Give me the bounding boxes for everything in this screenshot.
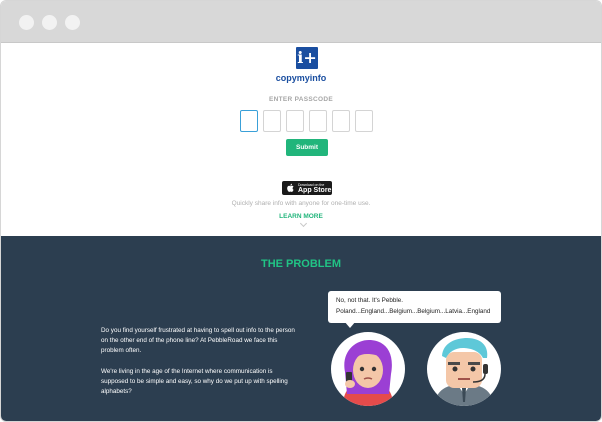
problem-section: THE PROBLEM Do you find yourself frustra… [1, 236, 601, 421]
window-minimize-dot[interactable] [42, 15, 57, 30]
man-operator-illustration [427, 332, 501, 406]
bubble-line-1: No, not that. It's Pebble. [336, 297, 404, 304]
chevron-down-icon[interactable] [299, 219, 308, 228]
problem-paragraph-2: We're living in the age of the Internet … [101, 368, 288, 395]
tagline: Quickly share info with anyone for one-t… [231, 200, 371, 207]
browser-window: i+ copymyinfo ENTER PASSCODE Submit Down… [0, 0, 602, 422]
page-content: i+ copymyinfo ENTER PASSCODE Submit Down… [1, 43, 601, 421]
speech-bubble-tail [344, 321, 356, 328]
copymyinfo-logo-icon: i+ [296, 47, 318, 69]
bubble-line-2: Poland...England...Belgium...Belgium...L… [336, 308, 491, 315]
problem-paragraph-1: Do you find yourself frustrated at havin… [101, 327, 295, 354]
window-titlebar [1, 1, 601, 43]
app-store-big-text: App Store [298, 186, 332, 194]
passcode-digit-4[interactable] [309, 110, 327, 132]
woman-caller-illustration [331, 332, 405, 406]
passcode-digit-1[interactable] [240, 110, 258, 132]
brand-name: copymyinfo [275, 73, 327, 83]
apple-icon [286, 183, 294, 195]
window-close-dot[interactable] [19, 15, 34, 30]
passcode-digit-2[interactable] [263, 110, 281, 132]
passcode-label: ENTER PASSCODE [268, 96, 334, 103]
learn-more-link[interactable]: LEARN MORE [1, 213, 601, 220]
speech-bubble: No, not that. It's Pebble. Poland...Engl… [328, 291, 501, 323]
app-store-badge[interactable]: Download on the App Store [282, 181, 332, 195]
passcode-digit-6[interactable] [355, 110, 373, 132]
passcode-digit-5[interactable] [332, 110, 350, 132]
problem-title: THE PROBLEM [260, 258, 342, 270]
submit-button[interactable]: Submit [286, 139, 328, 156]
passcode-digit-3[interactable] [286, 110, 304, 132]
window-maximize-dot[interactable] [65, 15, 80, 30]
